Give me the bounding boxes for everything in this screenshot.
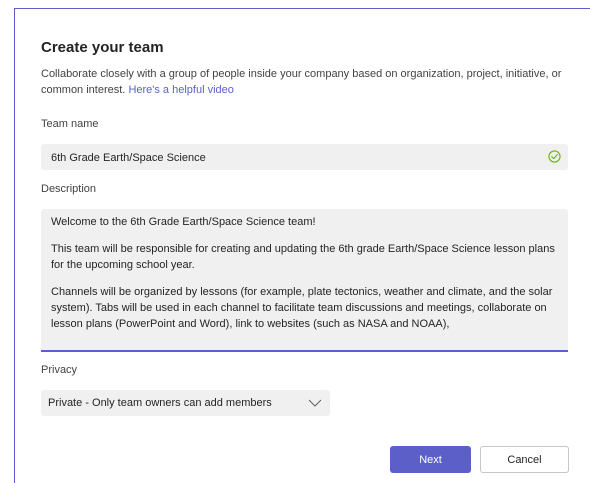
subtitle-text: Collaborate closely with a group of peop… <box>41 68 562 96</box>
cancel-button[interactable]: Cancel <box>480 446 569 473</box>
helpful-video-link[interactable]: Here's a helpful video <box>128 84 233 96</box>
dialog-subtitle: Collaborate closely with a group of peop… <box>41 66 571 98</box>
check-circle-icon <box>548 150 561 163</box>
team-name-label: Team name <box>41 118 99 130</box>
description-label: Description <box>41 183 97 195</box>
create-team-dialog: Create your team Collaborate closely wit… <box>14 8 590 483</box>
privacy-selected-value: Private - Only team owners can add membe… <box>48 397 272 409</box>
description-paragraph: Welcome to the 6th Grade Earth/Space Sci… <box>51 216 316 228</box>
privacy-dropdown[interactable]: Private - Only team owners can add membe… <box>41 390 330 416</box>
next-button[interactable]: Next <box>390 446 471 473</box>
description-textarea[interactable]: Welcome to the 6th Grade Earth/Space Sci… <box>41 209 568 352</box>
privacy-label: Privacy <box>41 364 78 376</box>
description-paragraph: This team will be responsible for creati… <box>51 243 555 271</box>
team-name-value: 6th Grade Earth/Space Science <box>51 152 206 164</box>
description-paragraph: Channels will be organized by lessons (f… <box>51 286 553 330</box>
team-name-input[interactable]: 6th Grade Earth/Space Science <box>41 144 568 170</box>
chevron-down-icon <box>308 399 322 407</box>
dialog-title: Create your team <box>41 39 164 56</box>
